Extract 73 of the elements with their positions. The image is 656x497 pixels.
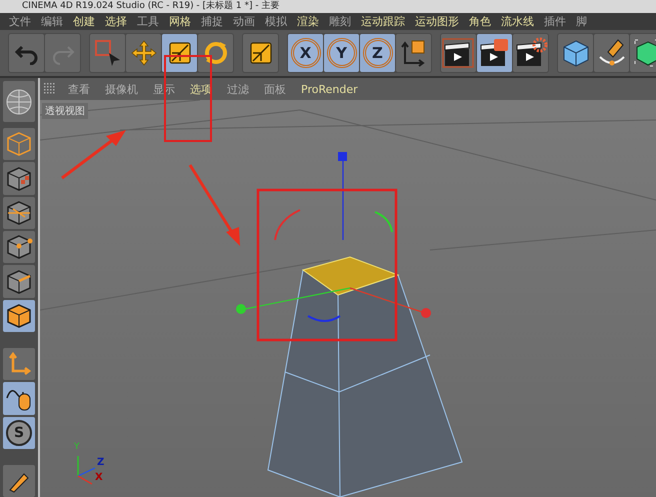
texture-mode-button[interactable] [3,162,35,195]
menu-item[interactable]: 模拟 [260,14,292,29]
viewport-label: 透视视图 [42,103,88,119]
axis-mode-button[interactable] [3,348,35,380]
menu-item[interactable]: 编辑 [36,14,68,29]
world-axis-drawing [77,455,96,485]
scale-square-icon [168,41,192,65]
points-cube-icon [5,233,33,262]
axis-label: Y [74,442,80,452]
menu-item[interactable]: 捕捉 [196,14,228,29]
viewport-menu-item[interactable]: 面板 [257,82,293,96]
menu-item[interactable]: 工具 [132,14,164,29]
cube-frame-tool-button[interactable] [630,34,656,72]
selection-cursor-icon [92,38,122,68]
axis-label: X [95,473,103,483]
sphere-icon [4,86,34,117]
pen-tool-button[interactable] [594,34,629,72]
select-tool-button[interactable] [90,34,125,72]
window-title: CINEMA 4D R19.024 Studio (RC - R19) - [未标题 1 *] - 主要 [21,0,280,13]
solid-cube-icon [5,302,33,330]
coords-tool-button[interactable] [396,34,431,72]
checker-cube-icon [5,164,33,193]
undo-tool-button[interactable] [9,34,44,72]
scale-square-icon [248,41,272,65]
cube-tool-button[interactable] [558,34,593,72]
render-region-tool-button[interactable] [477,34,512,72]
scale-tool-button[interactable] [162,34,197,72]
viewport-menu-item[interactable]: 摄像机 [98,82,145,96]
menu-item[interactable]: 动画 [228,14,260,29]
viewport-menu-item[interactable]: 过滤 [220,82,256,96]
cube-frame-icon [632,38,656,68]
menu-item[interactable]: 流水线 [496,14,539,29]
menu-item[interactable]: 渲染 [292,14,324,29]
cube-outline-icon [5,130,33,158]
points-mode-button[interactable] [3,231,35,264]
menu-item[interactable]: 角色 [464,14,496,29]
axis-tool-button[interactable]: X [288,34,323,72]
menu-item[interactable]: 文件 [4,14,36,29]
menu-item[interactable]: 创建 [68,14,100,29]
edges-mode-button[interactable] [3,265,35,298]
rotate-arrows-icon [202,40,228,66]
sphere-mode-button[interactable] [3,81,35,122]
render-settings-tool-button[interactable] [513,34,548,72]
menu-item[interactable]: 雕刻 [324,14,356,29]
cube-icon [560,38,590,68]
menu-item[interactable]: 插件 [539,14,571,29]
snap-mode-button[interactable]: S [3,416,35,449]
move-arrows-icon [130,39,158,67]
workplane-mode-button[interactable] [3,196,35,230]
render-tool-button[interactable] [441,34,476,72]
axes-cube-icon [400,38,428,68]
move-tool-button[interactable] [126,34,161,72]
axis-label: Z [97,458,104,468]
edges-cube-icon [5,268,33,296]
annotation-arrow [61,130,126,180]
viewport-menu-item[interactable]: ProRender [294,82,365,96]
clapperboard-gear-icon [514,37,548,69]
brush-mode-button[interactable] [3,464,35,497]
menu-item[interactable]: 脚 [571,14,592,29]
polygons-mode-button[interactable] [3,300,35,332]
model-mode-button[interactable] [3,128,35,160]
axis-tool-button[interactable]: Z [360,34,395,72]
clapperboard-icon [442,37,476,69]
menu-item[interactable]: 运动跟踪 [356,14,410,29]
grip-icon [44,83,56,95]
axis-tool-button[interactable]: Y [324,34,359,72]
plane-cube-icon [5,198,33,227]
menu-item[interactable]: 运动图形 [410,14,464,29]
menu-item[interactable]: 选择 [100,14,132,29]
mouse-mode-button[interactable] [3,382,35,415]
viewport-menu-item[interactable]: 查看 [61,82,97,96]
menu-item[interactable]: 网格 [164,14,196,29]
axes-icon [6,351,32,378]
